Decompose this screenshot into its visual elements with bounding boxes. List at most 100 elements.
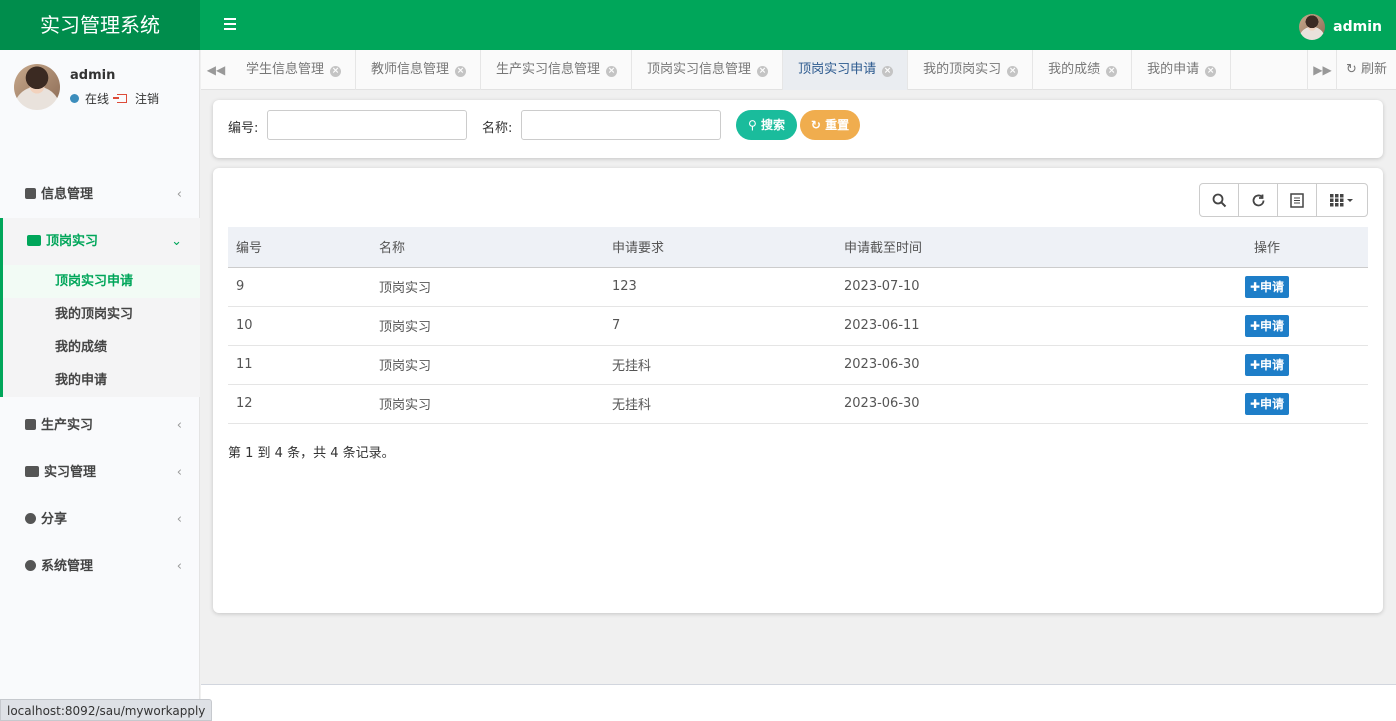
- tab-bar: ◀◀ 学生信息管理 × 教师信息管理 × 生产实习信息管理 × 顶岗实习信息管理 × 顶…: [201, 50, 1396, 90]
- tab-refresh-button[interactable]: ↻ 刷新: [1335, 50, 1396, 90]
- gear-icon: [25, 560, 36, 571]
- sidebar-item-dingang[interactable]: 顶岗实习 ⌄: [3, 218, 200, 265]
- online-label: 在线: [85, 92, 110, 106]
- cell-action: ✚申请: [1166, 384, 1368, 424]
- header-user-menu[interactable]: admin: [1299, 13, 1382, 41]
- user-card-icon: [25, 188, 36, 199]
- sidebar-item-share[interactable]: 分享 ‹: [0, 496, 200, 543]
- close-icon[interactable]: ×: [1106, 66, 1118, 77]
- tab-my-score[interactable]: 我的成绩 ×: [1033, 50, 1133, 90]
- name-search-input[interactable]: [521, 110, 721, 140]
- col-req-header[interactable]: 申请要求: [604, 227, 836, 268]
- sidebar-menu: 信息管理 ‹ 顶岗实习 ⌄ 顶岗实习申请 我的顶岗实习 我的成绩 我的申请 生产…: [0, 171, 200, 590]
- sidebar-item-label: 实习管理: [44, 465, 97, 480]
- cell-req: 无挂科: [604, 345, 836, 385]
- sidebar-item-system[interactable]: 系统管理 ‹: [0, 543, 200, 590]
- apply-button-label: 申请: [1260, 279, 1285, 294]
- col-name-header[interactable]: 名称: [371, 227, 604, 268]
- sidebar-subitem-my-score[interactable]: 我的成绩: [3, 331, 200, 364]
- sidebar-subitem-apply[interactable]: 顶岗实习申请: [3, 265, 200, 298]
- header-username: admin: [1333, 19, 1382, 35]
- comment-icon: [25, 513, 36, 524]
- cell-req: 无挂科: [604, 384, 836, 424]
- apply-button[interactable]: ✚申请: [1244, 392, 1290, 415]
- chevron-left-icon: ‹: [176, 559, 182, 574]
- tab-label: 学生信息管理: [246, 62, 325, 77]
- chevron-left-icon: ‹: [176, 187, 182, 202]
- user-status: 在线 注销: [70, 90, 159, 107]
- tab-list: 学生信息管理 × 教师信息管理 × 生产实习信息管理 × 顶岗实习信息管理 × 顶岗实习…: [231, 50, 1232, 90]
- cell-id: 12: [228, 384, 371, 424]
- sidebar-item-info[interactable]: 信息管理 ‹: [0, 171, 200, 218]
- tab-dingang-apply[interactable]: 顶岗实习申请 ×: [783, 50, 909, 90]
- app-logo[interactable]: 实习管理系统: [0, 0, 200, 50]
- close-icon[interactable]: ×: [606, 66, 618, 77]
- logout-link[interactable]: 注销: [135, 90, 159, 107]
- close-icon[interactable]: ×: [1205, 66, 1217, 77]
- search-panel: 编号: 名称: ⚲ 搜索 ↻ 重置: [213, 100, 1383, 158]
- pagination-info: 第 1 到 4 条，共 4 条记录。: [228, 446, 395, 461]
- close-icon[interactable]: ×: [330, 66, 342, 77]
- cell-id: 9: [228, 267, 371, 307]
- apply-button-label: 申请: [1260, 357, 1285, 372]
- name-label: 名称:: [482, 121, 513, 136]
- list-icon: [1290, 192, 1304, 208]
- col-deadline-header[interactable]: 申请截至时间: [836, 227, 1166, 268]
- cell-deadline: 2023-06-30: [836, 345, 1166, 385]
- tab-my-dingang[interactable]: 我的顶岗实习 ×: [908, 50, 1034, 90]
- tab-label: 我的申请: [1147, 62, 1200, 77]
- sidebar-item-label: 顶岗实习: [46, 234, 99, 249]
- search-button[interactable]: ⚲ 搜索: [736, 110, 797, 140]
- chevron-down-icon: ⌄: [171, 234, 182, 249]
- tab-my-apply[interactable]: 我的申请 ×: [1132, 50, 1232, 90]
- close-icon[interactable]: ×: [757, 66, 769, 77]
- logout-icon[interactable]: [113, 94, 128, 103]
- col-id-header[interactable]: 编号: [228, 227, 371, 268]
- columns-dropdown-button[interactable]: [1317, 184, 1367, 216]
- apply-button[interactable]: ✚申请: [1244, 275, 1290, 298]
- cell-name: 顶岗实习: [371, 384, 604, 424]
- close-icon[interactable]: ×: [1007, 66, 1019, 77]
- apply-button[interactable]: ✚申请: [1244, 314, 1290, 337]
- close-icon[interactable]: ×: [455, 66, 467, 77]
- top-header: 实习管理系统 admin: [0, 0, 1396, 50]
- sidebar-item-label: 信息管理: [41, 187, 94, 202]
- tab-teacher-info[interactable]: 教师信息管理 ×: [356, 50, 482, 90]
- tab-scroll-right-icon[interactable]: ▶▶: [1307, 50, 1337, 90]
- tab-shengchan-info[interactable]: 生产实习信息管理 ×: [481, 50, 633, 90]
- browser-status-url: localhost:8092/sau/myworkapply: [0, 699, 213, 721]
- apply-button[interactable]: ✚申请: [1244, 353, 1290, 376]
- sidebar-subitem-my-apply[interactable]: 我的申请: [3, 364, 200, 397]
- search-icon: ⚲: [748, 118, 757, 132]
- online-dot-icon: [70, 94, 79, 103]
- close-icon[interactable]: ×: [882, 66, 894, 77]
- tab-student-info[interactable]: 学生信息管理 ×: [231, 50, 357, 90]
- tab-label: 教师信息管理: [371, 62, 450, 77]
- id-card-icon: [27, 235, 41, 246]
- toggle-search-button[interactable]: [1200, 184, 1239, 216]
- sidebar-item-shixi[interactable]: 实习管理 ‹: [0, 449, 200, 496]
- sidebar-item-label: 生产实习: [41, 418, 94, 433]
- sidebar-subitem-my-dingang[interactable]: 我的顶岗实习: [3, 298, 200, 331]
- table-row: 12 顶岗实习 无挂科 2023-06-30 ✚申请: [228, 384, 1368, 424]
- table-row: 10 顶岗实习 7 2023-06-11 ✚申请: [228, 306, 1368, 346]
- table-toolbar: [1199, 183, 1368, 217]
- cell-deadline: 2023-06-30: [836, 384, 1166, 424]
- cell-action: ✚申请: [1166, 306, 1368, 346]
- cell-deadline: 2023-07-10: [836, 267, 1166, 307]
- tab-scroll-left-icon[interactable]: ◀◀: [201, 50, 231, 90]
- chevron-left-icon: ‹: [176, 465, 182, 480]
- id-label: 编号:: [228, 121, 259, 136]
- sidebar-toggle-icon[interactable]: [224, 15, 242, 35]
- cell-name: 顶岗实习: [371, 306, 604, 346]
- header-avatar: [1299, 14, 1326, 40]
- sidebar-item-shengchan[interactable]: 生产实习 ‹: [0, 402, 200, 449]
- refresh-table-button[interactable]: [1239, 184, 1278, 216]
- tab-label: 我的成绩: [1048, 62, 1101, 77]
- tab-label: 顶岗实习信息管理: [647, 62, 752, 77]
- reset-button[interactable]: ↻ 重置: [800, 110, 860, 140]
- id-search-input[interactable]: [267, 110, 467, 140]
- tab-dingang-info[interactable]: 顶岗实习信息管理 ×: [632, 50, 784, 90]
- toggle-view-button[interactable]: [1278, 184, 1317, 216]
- tab-label: 我的顶岗实习: [923, 62, 1002, 77]
